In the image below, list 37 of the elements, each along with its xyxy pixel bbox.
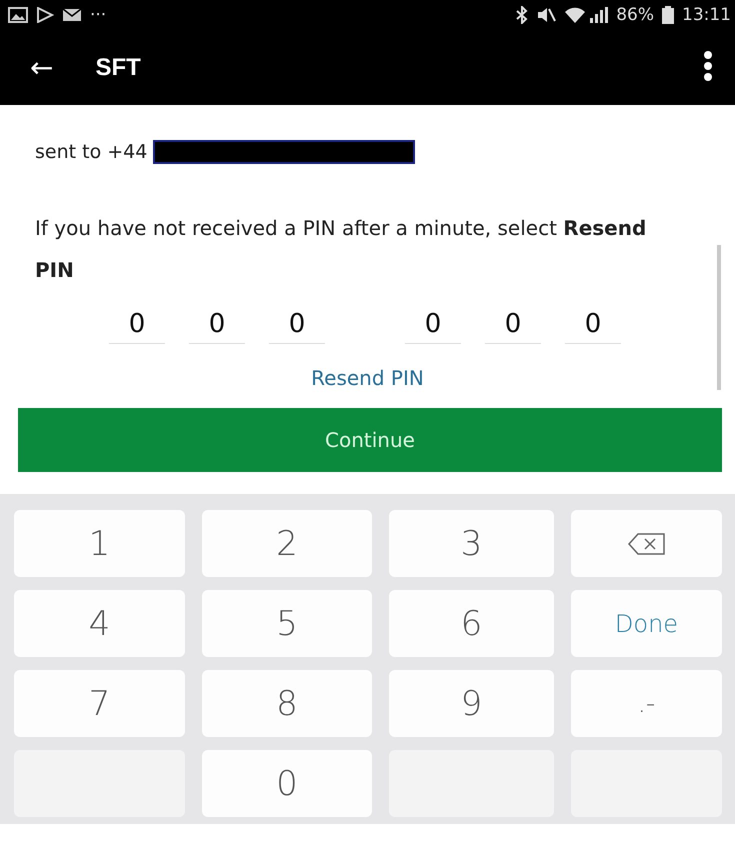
digit-key[interactable]: 6 <box>389 590 554 657</box>
menu-icon <box>703 51 713 81</box>
digit-key[interactable]: 9 <box>389 670 554 737</box>
battery-percent: 86% <box>616 5 654 25</box>
instruction-text: If you have not received a PIN after a minute, select Resend PIN <box>35 215 648 284</box>
pin-digit-field[interactable]: 0 <box>269 309 325 344</box>
digit-key[interactable]: 4 <box>14 590 185 657</box>
back-button[interactable]: ← <box>30 51 54 84</box>
digit-key[interactable]: 5 <box>202 590 372 657</box>
battery-icon <box>662 6 674 24</box>
digit-key[interactable]: 2 <box>202 510 372 577</box>
symbol-key[interactable]: .- <box>571 670 722 737</box>
app-title: SFT <box>95 54 142 82</box>
backspace-icon <box>628 532 666 554</box>
overflow-dots: ··· <box>90 5 106 25</box>
digit-key[interactable]: 7 <box>14 670 185 737</box>
bluetooth-icon <box>516 6 528 24</box>
digit-key[interactable]: 0 <box>202 750 372 817</box>
sent-to-text: sent to +44 <box>35 141 148 163</box>
image-icon <box>8 7 28 23</box>
done-key[interactable]: Done <box>571 590 722 657</box>
digit-key[interactable]: 8 <box>202 670 372 737</box>
digit-key[interactable]: 3 <box>389 510 554 577</box>
digit-key[interactable]: 1 <box>14 510 185 577</box>
mute-icon <box>536 6 556 24</box>
menu-button[interactable] <box>703 51 713 84</box>
pin-digit-field[interactable]: 0 <box>485 309 541 344</box>
pin-digit-field[interactable]: 0 <box>565 309 621 344</box>
continue-button[interactable]: Continue <box>18 408 722 472</box>
signal-icon <box>564 6 608 24</box>
pin-digit-field[interactable]: 0 <box>189 309 245 344</box>
resend-pin-link[interactable]: Resend PIN <box>307 364 428 392</box>
play-icon <box>36 7 54 23</box>
mail-icon <box>62 7 82 23</box>
pin-digit-field[interactable]: 0 <box>405 309 461 344</box>
pin-digit-field[interactable]: 0 <box>109 309 165 344</box>
clock-time: 13:11 <box>682 5 731 25</box>
